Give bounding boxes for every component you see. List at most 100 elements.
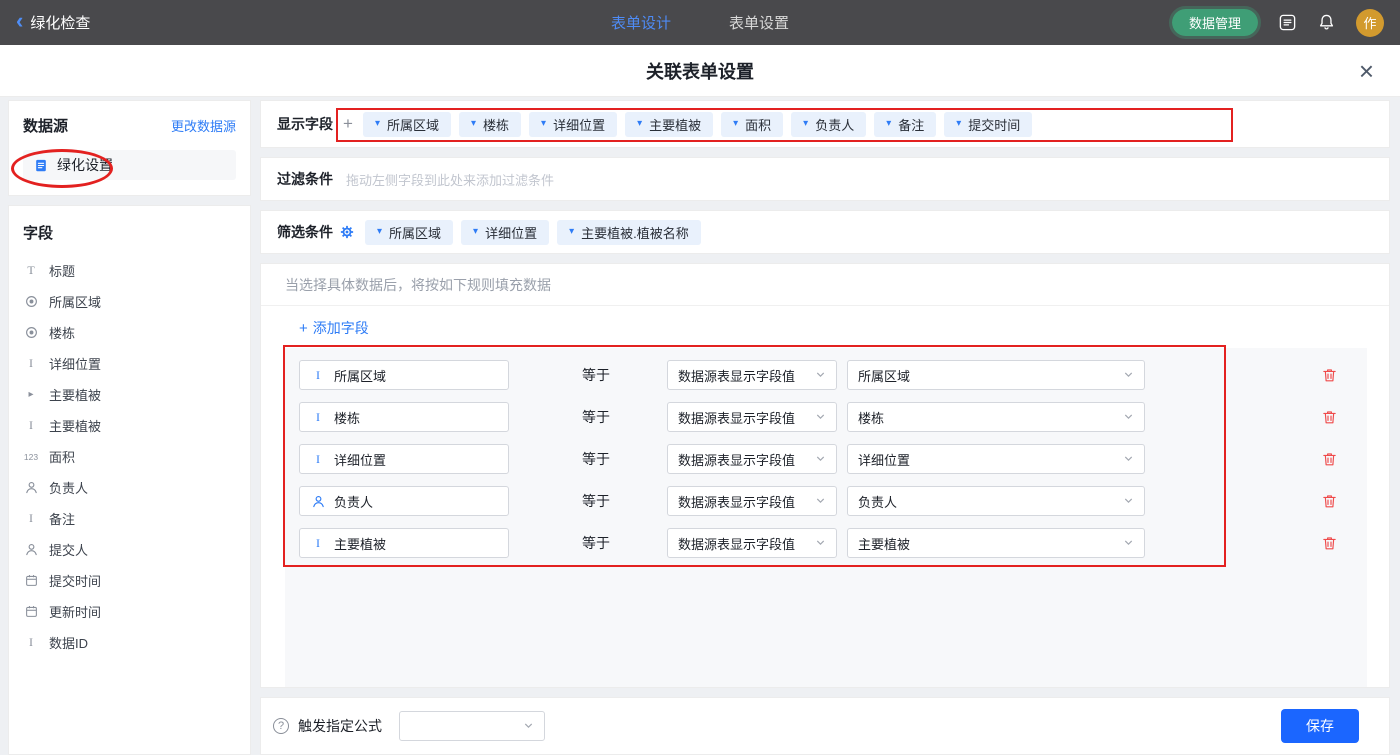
rule-value-select[interactable]: 所属区域 (847, 360, 1145, 390)
field-item[interactable]: I主要植被 (23, 410, 236, 441)
field-item[interactable]: 提交人 (23, 534, 236, 565)
delete-row-icon[interactable] (1322, 451, 1337, 467)
add-display-field-button[interactable]: + (341, 114, 355, 134)
tab-form-settings[interactable]: 表单设置 (729, 12, 789, 33)
field-tag[interactable]: ▾详细位置 (461, 220, 549, 245)
rule-field[interactable]: I所属区域 (299, 360, 509, 390)
rule-field[interactable]: 负责人 (299, 486, 509, 516)
select-value: 负责人 (858, 492, 897, 511)
field-item[interactable]: ▸主要植被 (23, 379, 236, 410)
rule-field-label: 所属区域 (334, 366, 386, 385)
caret-down-icon: ▾ (956, 119, 961, 129)
field-tag[interactable]: ▾主要植被.植被名称 (557, 220, 701, 245)
select-value: 主要植被 (858, 534, 910, 553)
rule-source-select[interactable]: 数据源表显示字段值 (667, 360, 837, 390)
field-tag[interactable]: ▾所属区域 (365, 220, 453, 245)
rule-field-label: 楼栋 (334, 408, 360, 427)
caret-down-icon: ▾ (375, 119, 380, 129)
field-item[interactable]: I数据ID (23, 627, 236, 658)
delete-row-icon[interactable] (1322, 535, 1337, 551)
close-icon[interactable]: × (1359, 58, 1374, 84)
tag-label: 楼栋 (483, 115, 509, 134)
apps-icon[interactable] (1278, 13, 1297, 32)
rule-row: I所属区域等于数据源表显示字段值所属区域 (299, 360, 1367, 390)
field-item[interactable]: I备注 (23, 503, 236, 534)
caret-down-icon: ▾ (733, 119, 738, 129)
rule-field-label: 详细位置 (334, 450, 386, 469)
rule-value-select[interactable]: 负责人 (847, 486, 1145, 516)
chevron-down-icon (1123, 536, 1134, 551)
caret-down-icon: ▾ (803, 119, 808, 129)
field-tag[interactable]: ▾提交时间 (944, 112, 1032, 137)
rule-source-select[interactable]: 数据源表显示字段值 (667, 402, 837, 432)
add-field-button[interactable]: + 添加字段 (299, 318, 369, 338)
topbar: ‹ 绿化检查 表单设计 表单设置 数据管理 作 (0, 0, 1400, 45)
field-tag[interactable]: ▾楼栋 (459, 112, 521, 137)
bell-icon[interactable] (1317, 13, 1336, 32)
rule-field[interactable]: I 详细位置 (299, 444, 509, 474)
save-button[interactable]: 保存 (1281, 709, 1359, 743)
field-item[interactable]: T标题 (23, 255, 236, 286)
sidebar: 数据源 更改数据源 绿化设置 字段 T标题所属区域楼栋I详细位置▸主要植被I主要… (8, 100, 251, 755)
field-tag[interactable]: ▾主要植被 (625, 112, 713, 137)
operator-label: 等于 (582, 491, 610, 511)
back-label: 绿化检查 (30, 12, 90, 33)
rule-row: I详细位置等于数据源表显示字段值详细位置 (299, 444, 1367, 474)
change-datasource-link[interactable]: 更改数据源 (171, 116, 236, 135)
field-tag[interactable]: ▾详细位置 (529, 112, 617, 137)
select-value: 数据源表显示字段值 (678, 534, 795, 553)
rule-field[interactable]: I主要植被 (299, 528, 509, 558)
field-tag[interactable]: ▾ 面积 (721, 112, 783, 137)
rule-value-select[interactable]: 详细位置 (847, 444, 1145, 474)
screen-conditions-row: 筛选条件 ▾所属区域▾详细位置▾主要植被.植被名称 (260, 210, 1390, 254)
field-item[interactable]: I详细位置 (23, 348, 236, 379)
data-manage-button[interactable]: 数据管理 (1172, 9, 1258, 36)
select-value: 详细位置 (858, 450, 910, 469)
rule-value-select[interactable]: 主要植被 (847, 528, 1145, 558)
field-item-label: 主要植被 (49, 416, 101, 435)
chevron-left-icon: ‹ (16, 10, 23, 32)
filter-dropzone[interactable]: 拖动左侧字段到此处来添加过滤条件 (346, 170, 554, 189)
field-item-label: 主要植被 (49, 385, 101, 404)
field-item[interactable]: 楼栋 (23, 317, 236, 348)
text-icon: I (23, 356, 39, 371)
field-item[interactable]: 123面积 (23, 441, 236, 472)
tag-label: 面积 (745, 115, 771, 134)
field-item[interactable]: 所属区域 (23, 286, 236, 317)
help-icon[interactable]: ? (273, 718, 289, 734)
field-tag[interactable]: ▾负责人 (791, 112, 866, 137)
select-value: 数据源表显示字段值 (678, 450, 795, 469)
text-icon: I (310, 452, 326, 467)
text-icon: I (23, 635, 39, 650)
delete-row-icon[interactable] (1322, 493, 1337, 509)
rule-source-select[interactable]: 数据源表显示字段值 (667, 486, 837, 516)
formula-select[interactable] (399, 711, 545, 741)
caret-down-icon: ▾ (541, 119, 546, 129)
member-icon (23, 481, 39, 494)
rule-field[interactable]: I楼栋 (299, 402, 509, 432)
rule-source-select[interactable]: 数据源表显示字段值 (667, 528, 837, 558)
field-item[interactable]: 提交时间 (23, 565, 236, 596)
tab-form-design[interactable]: 表单设计 (611, 12, 671, 33)
date-icon (23, 574, 39, 587)
back-button[interactable]: ‹ 绿化检查 (16, 12, 90, 33)
tag-label: 备注 (898, 115, 924, 134)
tag-label: 主要植被.植被名称 (581, 223, 689, 242)
delete-row-icon[interactable] (1322, 367, 1337, 383)
rule-value-select[interactable]: 楼栋 (847, 402, 1145, 432)
avatar[interactable]: 作 (1356, 9, 1384, 37)
page-title: 关联表单设置 (646, 58, 754, 84)
rule-source-select[interactable]: 数据源表显示字段值 (667, 444, 837, 474)
display-field-tags: ▾所属区域▾楼栋▾详细位置▾主要植被▾面积▾负责人▾备注▾提交时间 (363, 112, 1032, 137)
field-item[interactable]: 更新时间 (23, 596, 236, 627)
field-tag[interactable]: ▾备注 (874, 112, 936, 137)
datasource-item[interactable]: 绿化设置 (23, 150, 236, 180)
rule-field-label: 负责人 (334, 492, 373, 511)
gear-icon[interactable] (340, 225, 354, 239)
chevron-down-icon (523, 719, 534, 734)
field-item-label: 负责人 (49, 478, 88, 497)
field-item[interactable]: 负责人 (23, 472, 236, 503)
number-icon: 123 (23, 452, 39, 462)
field-tag[interactable]: ▾所属区域 (363, 112, 451, 137)
delete-row-icon[interactable] (1322, 409, 1337, 425)
